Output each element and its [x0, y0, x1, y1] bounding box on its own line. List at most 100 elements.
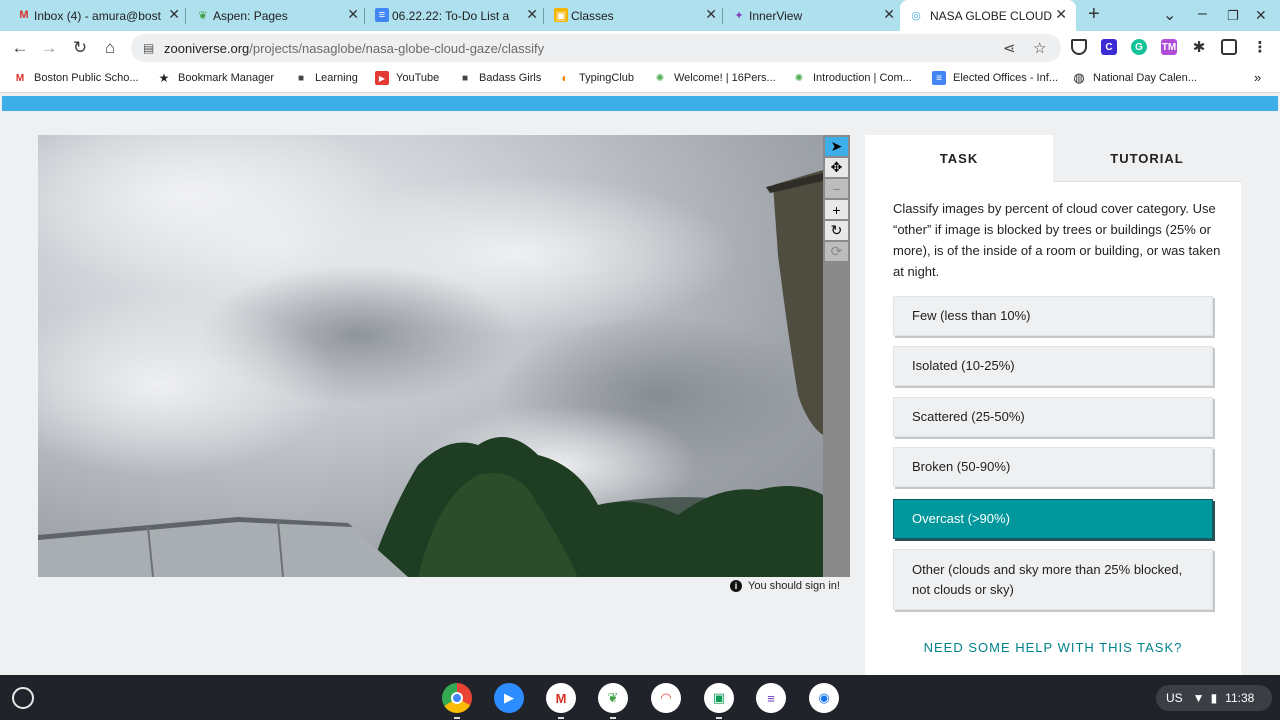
site-info-icon[interactable]: ▤ [143, 41, 154, 55]
home-icon[interactable]: ⌂ [99, 37, 121, 59]
reload-icon[interactable]: ↻ [69, 37, 91, 59]
zoom-app-icon[interactable]: ▶ [494, 683, 524, 713]
wifi-icon: ▼ [1192, 691, 1205, 705]
close-tab-icon[interactable]: ✕ [1055, 6, 1067, 23]
option-few[interactable]: Few (less than 10%) [893, 296, 1213, 336]
classroom-icon: ▣ [554, 8, 568, 22]
launcher-icon[interactable] [12, 687, 34, 709]
tab-innerview[interactable]: ✦ InnerView ✕ [729, 0, 901, 31]
gmail-icon: M [15, 72, 25, 84]
rotate-icon[interactable]: ↻ [825, 221, 848, 240]
tab-separator [185, 8, 186, 24]
bookmark-16personalities[interactable]: ✺ Welcome! | 16Pers... [653, 71, 776, 85]
zooniverse-icon: ◎ [911, 9, 921, 22]
zoom-out-icon[interactable]: − [825, 179, 848, 198]
bookmark-star-icon[interactable]: ☆ [1033, 39, 1046, 57]
tm-extension-icon[interactable]: TM [1161, 39, 1177, 55]
move-pan-icon[interactable]: ✥ [825, 158, 848, 177]
tab-todo-list[interactable]: ≡ 06.22.22: To-Do List an ✕ [372, 0, 544, 31]
viewer-toolbar: ➤ ✥ − + ↻ ⟳ [823, 135, 850, 577]
tab-task[interactable]: TASK [865, 135, 1053, 182]
tab-task-label: TASK [939, 151, 979, 166]
option-label: Scattered (25-50%) [912, 409, 1025, 424]
close-tab-icon[interactable]: ✕ [168, 6, 180, 23]
bookmark-boston-public-schools[interactable]: M Boston Public Scho... [13, 71, 139, 85]
tab-tutorial[interactable]: TUTORIAL [1053, 135, 1241, 182]
url-path: /projects/nasaglobe/nasa-globe-cloud-gaz… [249, 41, 545, 56]
option-broken[interactable]: Broken (50-90%) [893, 447, 1213, 487]
running-indicator [558, 717, 564, 719]
option-overcast-selected[interactable]: Overcast (>90%) [893, 499, 1213, 539]
address-bar[interactable]: ▤ zooniverse.org/projects/nasaglobe/nasa… [131, 34, 1061, 62]
forward-arrow-icon[interactable]: → [38, 37, 60, 59]
tab-title: Classes [571, 8, 614, 23]
youtube-icon: ▶ [375, 71, 389, 85]
option-isolated[interactable]: Isolated (10-25%) [893, 346, 1213, 386]
shield-extension-icon[interactable] [1071, 39, 1087, 55]
tab-classes[interactable]: ▣ Classes ✕ [551, 0, 723, 31]
star-icon: ★ [158, 71, 170, 85]
help-link[interactable]: NEED SOME HELP WITH THIS TASK? [865, 640, 1241, 655]
bookmark-national-day-calendar[interactable]: ◍ National Day Calen... [1072, 70, 1197, 85]
forms-app-icon[interactable]: ≡ [756, 683, 786, 713]
battery-icon: ▮ [1210, 691, 1218, 705]
share-icon[interactable]: ⋖ [1003, 39, 1016, 57]
bookmark-label: TypingClub [579, 72, 635, 84]
tab-inbox[interactable]: M Inbox (4) - amura@bost ✕ [14, 0, 186, 31]
close-tab-icon[interactable]: ✕ [883, 6, 895, 23]
sky-photo-drawing [38, 135, 823, 577]
running-indicator [454, 717, 460, 719]
running-indicator [716, 717, 722, 719]
tab-search-chevron-icon[interactable]: ⌄ [1163, 5, 1176, 25]
option-label: Broken (50-90%) [912, 459, 1011, 474]
new-tab-icon[interactable]: + [1088, 3, 1100, 26]
bookmark-learning[interactable]: ■ Learning [294, 71, 358, 85]
close-window-icon[interactable]: ✕ [1255, 7, 1267, 24]
restore-icon[interactable]: ❐ [1227, 8, 1239, 24]
camera-app-icon[interactable]: ◉ [809, 683, 839, 713]
puzzle-extensions-icon[interactable]: ✱ [1191, 39, 1207, 56]
grammarly-icon[interactable]: G [1131, 39, 1147, 55]
back-arrow-icon[interactable]: ← [9, 37, 31, 59]
sky-photo[interactable] [38, 135, 823, 577]
gmail-icon: M [19, 9, 29, 21]
bookmark-label: National Day Calen... [1093, 72, 1197, 84]
close-tab-icon[interactable]: ✕ [526, 6, 538, 23]
gmail-app-icon[interactable]: M [546, 683, 576, 719]
close-tab-icon[interactable]: ✕ [705, 6, 717, 23]
aspen-app-icon[interactable]: ❦ [598, 683, 628, 719]
welcome-site-icon: ✺ [655, 72, 665, 84]
kebab-menu-icon[interactable]: ⋮ [1252, 39, 1268, 56]
bookmark-introduction[interactable]: ✺ Introduction | Com... [792, 71, 912, 85]
folder-icon: ■ [297, 72, 305, 84]
c-extension-icon[interactable]: C [1101, 39, 1117, 55]
bookmark-label: Boston Public Scho... [34, 72, 139, 84]
classroom-app-icon[interactable]: ▣ [704, 683, 734, 719]
side-panel-icon[interactable] [1221, 39, 1237, 55]
tab-nasa-globe-active[interactable]: ◎ NASA GLOBE CLOUD G ✕ [900, 0, 1076, 31]
innerview-app-icon[interactable]: ◠ [651, 683, 681, 713]
minimize-icon[interactable]: – [1198, 5, 1207, 23]
sign-in-notice[interactable]: i You should sign in! [730, 580, 840, 592]
subject-image-viewer: ➤ ✥ − + ↻ ⟳ [38, 135, 850, 577]
bookmark-label: Elected Offices - Inf... [953, 72, 1058, 84]
tab-title: 06.22.22: To-Do List an [392, 8, 510, 23]
status-tray[interactable]: US ▼ ▮ 11:38 [1156, 685, 1272, 711]
bookmark-youtube[interactable]: ▶ YouTube [375, 71, 439, 85]
more-bookmarks-chevron-icon[interactable]: » [1254, 70, 1261, 85]
option-other[interactable]: Other (clouds and sky more than 25% bloc… [893, 549, 1213, 610]
tab-title: NASA GLOBE CLOUD G [930, 8, 1052, 23]
chrome-app-icon[interactable] [442, 683, 472, 719]
close-tab-icon[interactable]: ✕ [347, 6, 359, 23]
bookmark-badass-girls[interactable]: ■ Badass Girls [458, 71, 541, 85]
bookmark-elected-offices[interactable]: ≡ Elected Offices - Inf... [932, 71, 1058, 85]
tab-aspen[interactable]: ❦ Aspen: Pages ✕ [193, 0, 365, 31]
reset-view-icon[interactable]: ⟳ [825, 242, 848, 261]
select-pointer-icon[interactable]: ➤ [825, 137, 848, 156]
task-instructions: Classify images by percent of cloud cove… [893, 201, 1221, 279]
zoom-in-icon[interactable]: + [825, 200, 848, 219]
os-shelf: ▶ M ❦ ◠ ▣ ≡ ◉ US ▼ ▮ 11:38 [0, 675, 1280, 720]
bookmark-manager[interactable]: ★ Bookmark Manager [157, 71, 274, 85]
option-scattered[interactable]: Scattered (25-50%) [893, 397, 1213, 437]
bookmark-typingclub[interactable]: ◐ TypingClub [558, 71, 634, 85]
